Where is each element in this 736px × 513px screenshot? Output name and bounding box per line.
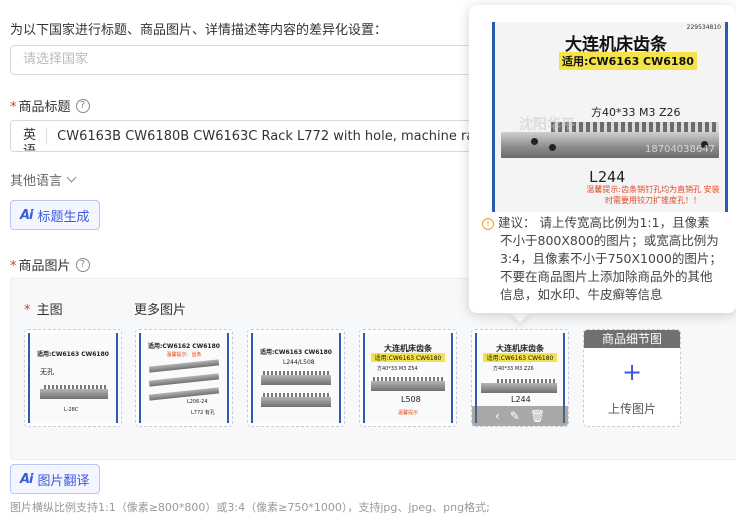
suggestion-line: 不要在商品图片上添加除商品外的其他 <box>500 269 713 284</box>
product-thumbnail[interactable]: 适用:CW6163 CW6180 L244/L508 <box>247 329 345 427</box>
thumbnail-title: 适用:CW6163 CW6180 <box>260 349 332 356</box>
required-mark: * <box>24 303 31 318</box>
thumbnail-image: 适用:CW6162 CW6180 温馨提示：齿条 L206-24 L772 有孔 <box>139 333 229 423</box>
thumbnail-title: 适用:CW6163 CW6180 <box>37 351 109 358</box>
rack-bar <box>148 387 220 401</box>
product-thumbnail[interactable]: 适用:CW6162 CW6180 温馨提示：齿条 L206-24 L772 有孔 <box>135 329 233 427</box>
image-label: 商品图片 <box>18 259 71 274</box>
required-mark: * <box>10 100 17 115</box>
chevron-down-icon <box>66 172 77 183</box>
product-thumbnail[interactable]: 大连机床齿条 适用:CW6163 CW6180 方40*33 M3 Z54 L5… <box>359 329 457 427</box>
preview-image: 229534810 大连机床齿条 适用:CW6163 CW6180 方40*33… <box>492 22 728 212</box>
suggestion-line: 不小于800X800的图片；或宽高比例为 <box>500 233 719 248</box>
product-thumbnail-active[interactable]: 大连机床齿条 适用:CW6163 CW6180 方40*33 M3 Z26 L2… <box>471 329 569 427</box>
image-field-label: * 商品图片 ? <box>10 255 90 274</box>
thumbnail-image: 适用:CW6163 CW6180 L244/L508 <box>251 333 341 423</box>
title-generate-label: 标题生成 <box>37 209 90 225</box>
thumbnail-title: 适用:CW6162 CW6180 <box>148 343 220 350</box>
suggestion-line: 信息，如水印、牛皮癣等信息 <box>500 287 663 302</box>
title-label: 商品标题 <box>18 100 71 115</box>
info-icon: i <box>482 217 494 230</box>
rack-bar <box>481 383 557 393</box>
thumbnail-spec: 方40*33 M3 Z54 <box>377 366 418 372</box>
preview-spec: 方40*33 M3 Z26 <box>591 106 681 119</box>
rack-bar <box>261 375 331 385</box>
title-value[interactable]: CW6163B CW6180B CW6163C Rack L772 with h… <box>47 129 489 144</box>
preview-subtitle: 适用:CW6163 CW6180 <box>559 52 697 70</box>
preview-phone-top: 229534810 <box>686 24 721 31</box>
image-translate-label: 图片翻译 <box>37 473 90 489</box>
preview-warning: 温馨提示:齿条销钉孔均为直销孔 安装时需要用铰刀扩锥度孔！！ <box>586 185 720 205</box>
rack-bar <box>148 373 220 387</box>
ai-icon: Ai <box>20 471 33 487</box>
other-languages-toggle[interactable]: 其他语言 <box>10 170 77 189</box>
thumbnail-label: L244 <box>511 395 531 404</box>
rack-bar <box>371 381 445 391</box>
tab-main-image[interactable]: * 主图 <box>24 299 63 318</box>
rack-hole <box>531 138 538 145</box>
move-left-icon[interactable]: ‹ <box>495 409 500 423</box>
thumbnail-image: 大连机床齿条 适用:CW6163 CW6180 方40*33 M3 Z54 L5… <box>363 333 453 423</box>
thumbnail-warning: 温馨提示 <box>397 410 418 416</box>
title-input[interactable]: 英语 CW6163B CW6180B CW6163C Rack L772 wit… <box>10 120 490 152</box>
title-language: 英语 <box>11 128 48 151</box>
product-thumbnail[interactable]: 适用:CW6163 CW6180 无孔 L-28C <box>24 329 122 427</box>
country-select[interactable]: 请选择国家 <box>10 45 480 75</box>
preview-watermark: 沈阳华平 <box>519 117 575 133</box>
country-select-placeholder: 请选择国家 <box>23 52 89 67</box>
suggestion-line: i 建议： 请上传宽高比例为1:1，且像素 <box>482 214 736 232</box>
help-icon[interactable]: ? <box>75 257 90 272</box>
title-generate-button[interactable]: Ai 标题生成 <box>10 200 100 230</box>
other-languages-label: 其他语言 <box>10 174 63 189</box>
image-format-hint: 图片横纵比例支持1:1（像素≥800*800）或3:4（像素≥750*1000）… <box>10 501 490 513</box>
thumbnail-label: L244/L508 <box>283 359 315 366</box>
intro-text: 为以下国家进行标题、商品图片、详情描述等内容的差异化设置： <box>10 23 388 38</box>
help-icon[interactable]: ? <box>75 98 90 113</box>
thumbnail-image: 适用:CW6163 CW6180 无孔 L-28C <box>28 333 118 423</box>
upload-label: 上传图片 <box>607 402 656 416</box>
ai-icon: Ai <box>20 207 33 223</box>
thumbnail-spec: L772 有孔 <box>191 410 215 416</box>
thumbnail-spec: L-28C <box>64 407 79 413</box>
detail-image-upload[interactable]: 商品细节图 + 上传图片 <box>583 329 681 427</box>
rack-bar <box>261 397 331 407</box>
thumbnail-warning: 温馨提示：齿条 <box>166 352 202 358</box>
thumbnail-label: L206-24 <box>187 399 208 405</box>
upload-suggestion: i 建议： 请上传宽高比例为1:1，且像素 不小于800X800的图片；或宽高比例… <box>482 214 736 304</box>
title-field-label: * 商品标题 ? <box>10 96 90 115</box>
tab-main-label: 主图 <box>36 303 63 318</box>
edit-icon[interactable]: ✎ <box>510 409 520 423</box>
thumbnail-subtitle: 适用:CW6163 CW6180 <box>483 353 557 362</box>
preview-phone: 18704038647 <box>645 144 715 155</box>
detail-image-header: 商品细节图 <box>584 330 680 348</box>
thumbnail-spec: 方40*33 M3 Z26 <box>493 366 534 372</box>
rack-bar <box>40 389 108 399</box>
plus-icon: + <box>621 358 643 386</box>
image-translate-button[interactable]: Ai 图片翻译 <box>10 464 100 494</box>
suggestion-line: 3:4，且像素不小于750X1000的图片； <box>500 251 722 266</box>
thumbnail-subtitle: 适用:CW6163 CW6180 <box>371 353 445 362</box>
thumbnail-label: L508 <box>401 395 421 404</box>
tab-more-images[interactable]: 更多图片 <box>134 299 186 318</box>
rack-hole <box>549 144 556 151</box>
rack-bar <box>148 359 220 373</box>
thumbnail-label: 无孔 <box>40 368 54 376</box>
required-mark: * <box>10 259 17 274</box>
thumbnail-actions: ‹ ✎ 🗑 <box>472 406 568 426</box>
delete-icon[interactable]: 🗑 <box>530 409 545 423</box>
